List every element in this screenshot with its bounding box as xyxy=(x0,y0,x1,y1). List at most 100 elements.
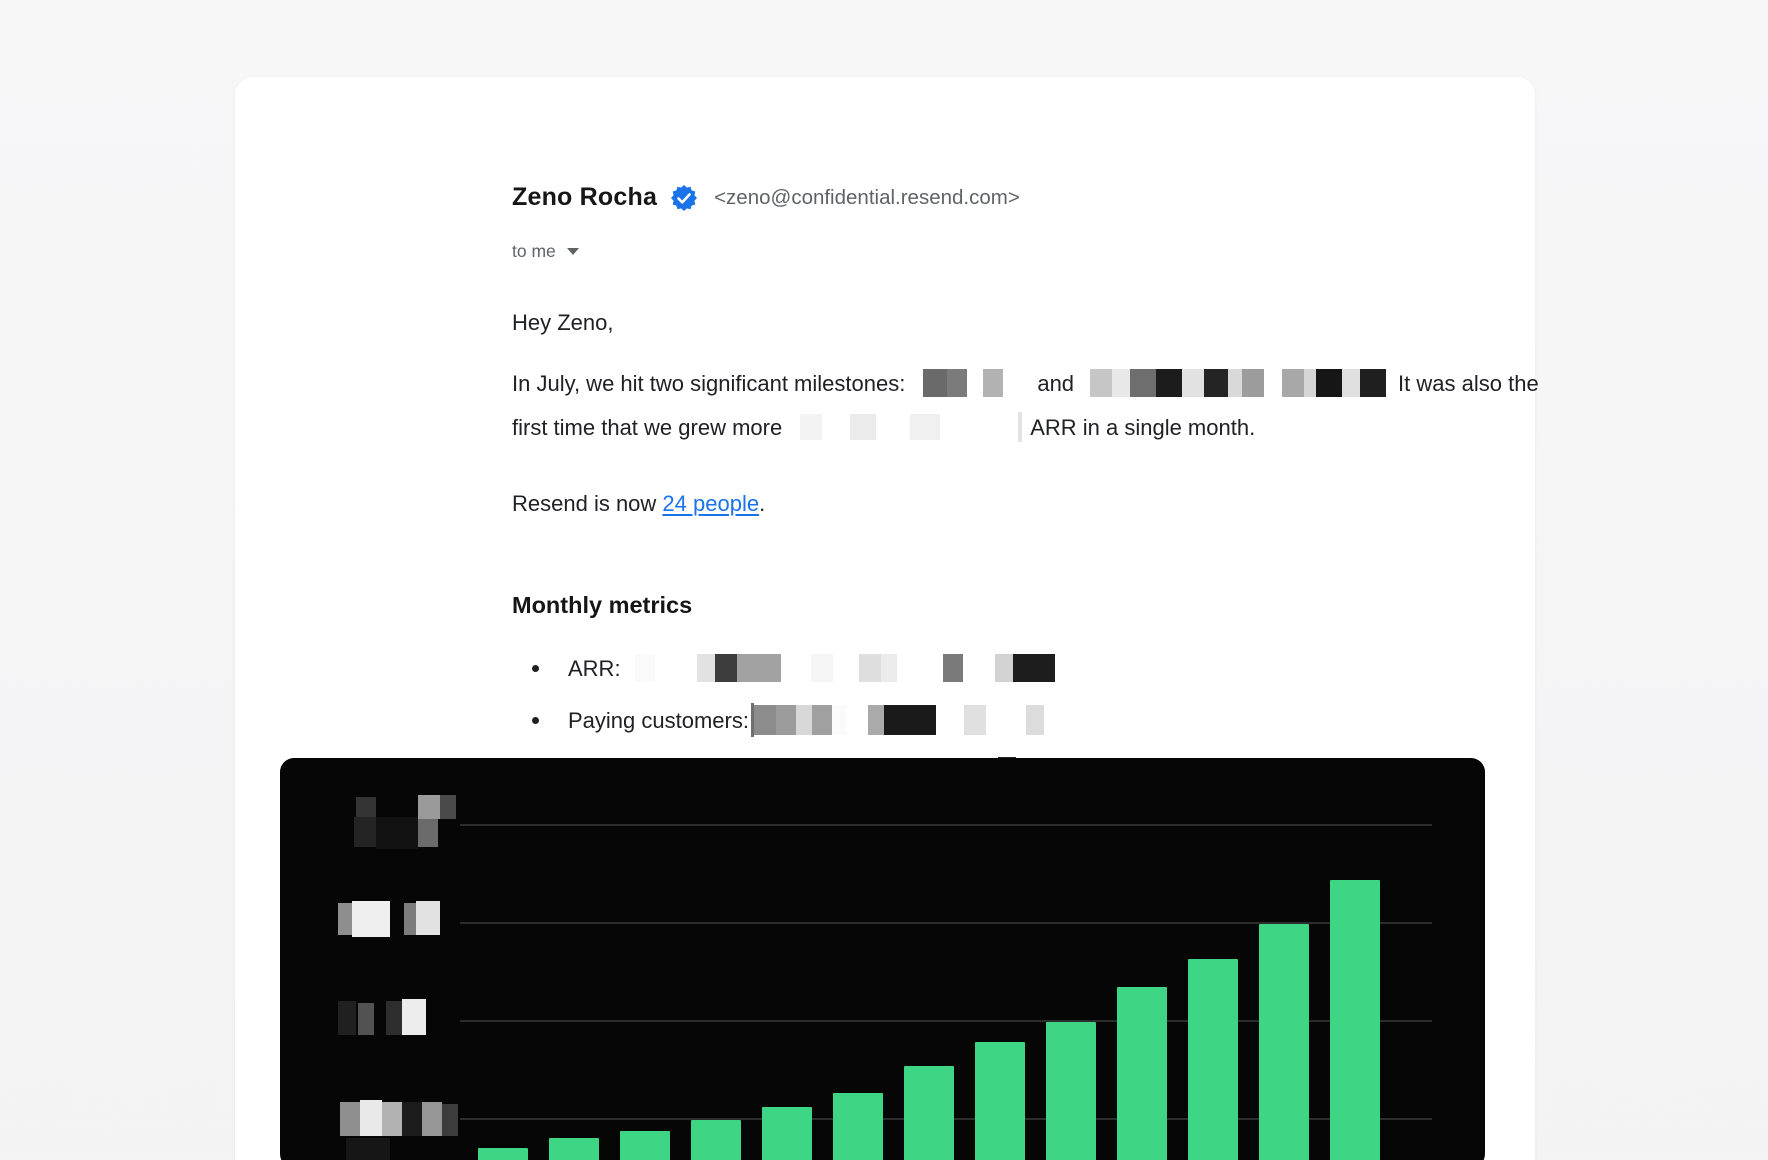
paragraph-text: . xyxy=(759,491,765,516)
redaction-block xyxy=(1090,369,1112,397)
redaction-block xyxy=(910,414,940,440)
chart-bar xyxy=(1188,959,1238,1160)
paragraph-text: In July, we hit two significant mileston… xyxy=(512,371,905,396)
redacted-text-blocks xyxy=(905,371,1003,396)
chart-bar xyxy=(833,1093,883,1160)
chevron-down-icon xyxy=(567,248,579,255)
milestones-paragraph: In July, we hit two significant mileston… xyxy=(512,362,1727,450)
redacted-axis-label-block xyxy=(416,901,440,935)
redacted-axis-label-block xyxy=(354,817,376,847)
verified-badge-icon xyxy=(670,184,698,212)
chart-bar xyxy=(1330,880,1380,1160)
chart-bar xyxy=(1117,987,1167,1160)
redaction-block xyxy=(964,705,986,735)
redacted-axis-label-block xyxy=(418,795,440,819)
redaction-block xyxy=(1013,654,1055,682)
redaction-block xyxy=(983,369,1003,397)
redaction-block xyxy=(1242,369,1264,397)
redaction-block xyxy=(1304,369,1316,397)
bullet-label: Paying customers: xyxy=(568,708,749,733)
redaction-block xyxy=(881,654,897,682)
redacted-text-blocks xyxy=(782,415,1022,440)
sender-row: Zeno Rocha <zeno@confidential.resend.com… xyxy=(512,183,1020,212)
team-size-line: Resend is now 24 people. xyxy=(512,482,765,526)
redacted-axis-label-block xyxy=(340,1102,360,1136)
redacted-axis-label-block xyxy=(360,1100,382,1136)
redaction-block xyxy=(943,654,963,682)
paragraph-text: ARR in a single month. xyxy=(1030,415,1255,440)
redaction-block xyxy=(1026,705,1044,735)
chart-bar xyxy=(904,1066,954,1160)
redaction-block xyxy=(850,414,876,440)
redaction-block xyxy=(1204,369,1228,397)
bullet-icon xyxy=(532,717,539,724)
chart-bar xyxy=(620,1131,670,1160)
redacted-axis-label-block xyxy=(402,1102,422,1136)
redaction-block xyxy=(811,654,833,682)
redaction-block xyxy=(776,705,796,735)
redaction-block xyxy=(754,705,776,735)
chart-bar xyxy=(549,1138,599,1160)
redaction-block xyxy=(1342,369,1360,397)
paragraph-text: Resend is now xyxy=(512,491,662,516)
redacted-axis-label-block xyxy=(440,795,456,819)
redaction-block xyxy=(832,705,846,735)
redacted-axis-label-block xyxy=(442,1104,458,1136)
redacted-axis-label-block xyxy=(376,817,418,849)
redacted-axis-label-block xyxy=(404,903,416,935)
sender-name: Zeno Rocha xyxy=(512,183,657,212)
redacted-axis-label-block xyxy=(422,1102,442,1136)
redacted-axis-label-block xyxy=(352,901,390,937)
chart-bar xyxy=(1046,1022,1096,1160)
chart-bar xyxy=(975,1042,1025,1160)
redaction-block xyxy=(1316,369,1342,397)
redaction-block xyxy=(715,654,737,682)
redaction-block xyxy=(884,705,936,735)
metrics-bar-chart xyxy=(280,758,1485,1160)
paragraph-line-1: In July, we hit two significant mileston… xyxy=(512,362,1727,406)
recipient-label: to me xyxy=(512,241,556,262)
redaction-block xyxy=(800,414,822,440)
redaction-block xyxy=(1112,369,1130,397)
redaction-block xyxy=(1182,369,1204,397)
people-count-link[interactable]: 24 people xyxy=(662,491,759,516)
redacted-axis-label-block xyxy=(386,1001,402,1035)
redaction-block xyxy=(868,705,884,735)
to-me-dropdown[interactable]: to me xyxy=(512,241,579,262)
redacted-value-blocks xyxy=(621,656,1055,681)
redacted-value-blocks xyxy=(749,708,1044,733)
bullet-icon xyxy=(532,665,539,672)
paragraph-text: It was also the xyxy=(1398,371,1539,396)
redaction-block xyxy=(947,369,967,397)
redaction-block xyxy=(812,705,832,735)
redacted-axis-label-block xyxy=(382,1102,402,1136)
redaction-block xyxy=(635,654,655,682)
paragraph-text: and xyxy=(1037,371,1074,396)
greeting-text: Hey Zeno, xyxy=(512,301,614,345)
redaction-block xyxy=(796,705,812,735)
redaction-block xyxy=(1360,369,1386,397)
redaction-block xyxy=(995,654,1013,682)
bullet-arr: ARR: xyxy=(532,647,1055,691)
redaction-block xyxy=(697,654,715,682)
chart-bar xyxy=(691,1120,741,1160)
redaction-block xyxy=(737,654,781,682)
redacted-text-blocks xyxy=(1074,371,1386,396)
paragraph-line-2: first time that we grew more ARR in a sin… xyxy=(512,406,1727,450)
chart-bar xyxy=(762,1107,812,1160)
redacted-axis-label-block xyxy=(358,1003,374,1035)
redacted-axis-label-block xyxy=(346,1138,390,1160)
redaction-block xyxy=(1018,412,1022,442)
paragraph-text: first time that we grew more xyxy=(512,415,782,440)
metrics-heading: Monthly metrics xyxy=(512,583,692,627)
chart-bar xyxy=(478,1148,528,1160)
redacted-axis-label-block xyxy=(338,903,352,935)
redaction-block xyxy=(1156,369,1182,397)
redacted-axis-label-block xyxy=(402,999,426,1035)
redaction-block xyxy=(923,369,947,397)
chart-bar xyxy=(1259,924,1309,1160)
chart-gridline xyxy=(460,824,1432,826)
redacted-axis-label-block xyxy=(356,797,376,817)
redaction-block xyxy=(1282,369,1304,397)
bullet-paying-customers: Paying customers: xyxy=(532,699,1044,743)
